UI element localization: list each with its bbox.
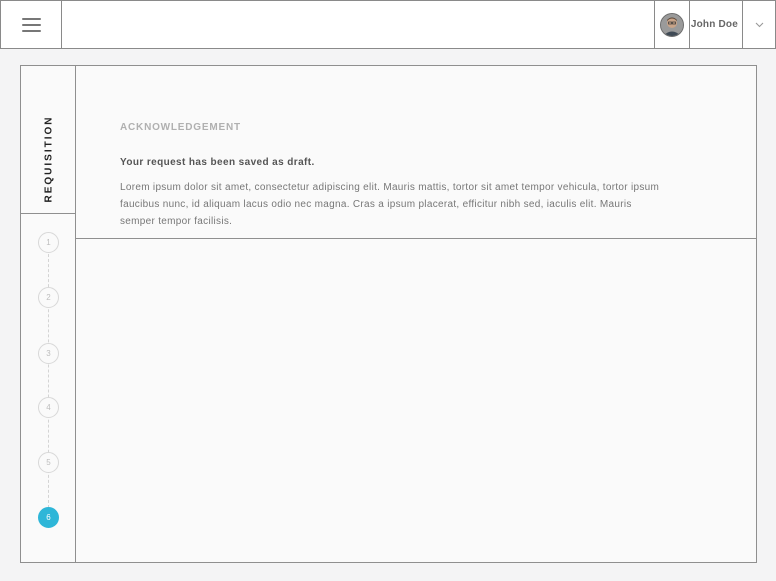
user-menu[interactable]: John Doe [653,1,775,48]
acknowledgement-panel: ACKNOWLEDGEMENT Your request has been sa… [76,66,756,239]
avatar[interactable] [659,12,684,37]
step-3[interactable]: 3 [38,343,59,364]
user-dropdown-toggle[interactable] [743,1,775,48]
avatar-container[interactable] [653,1,689,48]
stepper-connector [48,244,49,518]
step-4[interactable]: 4 [38,397,59,418]
menu-button[interactable] [1,1,62,48]
step-6-active[interactable]: 6 [38,507,59,528]
step-2[interactable]: 2 [38,287,59,308]
requisition-card: REQUISITION 1 2 3 4 5 6 ACKNOWLEDGEMENT … [20,65,757,563]
user-avatar-icon [660,13,683,36]
hamburger-icon [21,17,41,33]
stepper-title: REQUISITION [43,115,55,203]
message-title: Your request has been saved as draft. [120,157,315,168]
step-5[interactable]: 5 [38,452,59,473]
stepper-title-box: REQUISITION [21,66,75,214]
message-body: Lorem ipsum dolor sit amet, consectetur … [120,182,660,227]
step-1[interactable]: 1 [38,232,59,253]
user-name[interactable]: John Doe [688,1,743,48]
section-title: ACKNOWLEDGEMENT [120,122,241,133]
chevron-down-icon [755,22,763,27]
top-bar: John Doe [0,0,776,49]
stepper-sidebar: REQUISITION 1 2 3 4 5 6 [21,66,76,562]
